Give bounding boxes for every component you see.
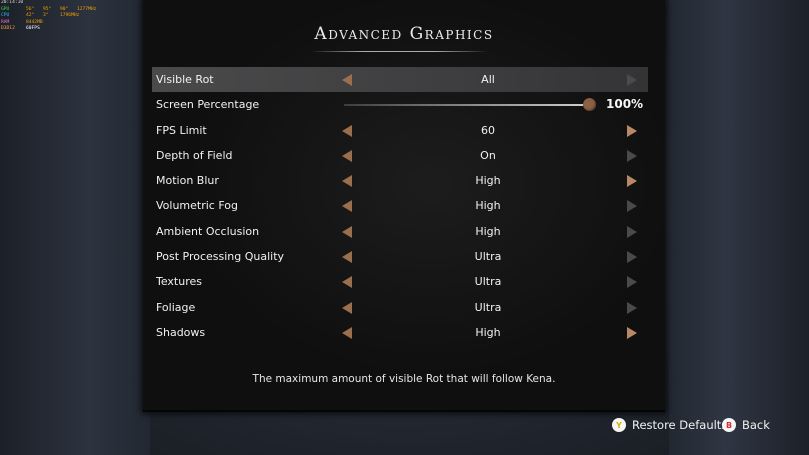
controller-y-button-icon: Y	[612, 418, 626, 432]
chevron-right-icon[interactable]	[627, 251, 637, 264]
setting-value: Ultra	[474, 250, 502, 264]
setting-row-shadows[interactable]: Shadows High	[152, 320, 648, 345]
setting-label: Motion Blur	[156, 174, 219, 188]
settings-list: Visible Rot All Screen Percentage 100% F…	[152, 67, 648, 345]
chevron-right-icon[interactable]	[627, 301, 637, 314]
screen-percentage-slider-thumb[interactable]	[583, 97, 596, 111]
overlay-clock: 20:14:10	[1, 0, 24, 5]
setting-label: FPS Limit	[156, 123, 207, 137]
overlay-value: 1277MHz	[77, 6, 97, 12]
setting-row-textures[interactable]: Textures Ultra	[152, 269, 648, 294]
setting-row-motion-blur[interactable]: Motion Blur High	[152, 168, 648, 193]
setting-row-screen-percentage[interactable]: Screen Percentage 100%	[152, 92, 648, 117]
setting-label: Foliage	[156, 300, 196, 314]
setting-value: Ultra	[474, 300, 502, 314]
setting-description: The maximum amount of visible Rot that w…	[252, 373, 556, 385]
setting-row-post-processing-quality[interactable]: Post Processing Quality Ultra	[152, 244, 648, 269]
chevron-left-icon[interactable]	[342, 200, 352, 213]
overlay-key: CPU	[1, 13, 10, 19]
performance-overlay: 20:14:10 GPU 56° 95° 90° 1277MHz CPU 42°…	[1, 0, 97, 33]
chevron-left-icon[interactable]	[342, 326, 352, 339]
overlay-row-d3d12: D3D12 60FPS	[1, 26, 94, 33]
setting-value: Ultra	[474, 275, 502, 289]
chevron-right-icon[interactable]	[627, 326, 637, 339]
chevron-left-icon[interactable]	[342, 251, 352, 264]
setting-row-depth-of-field[interactable]: Depth of Field On	[152, 143, 648, 168]
setting-row-ambient-occlusion[interactable]: Ambient Occlusion High	[152, 219, 648, 244]
chevron-left-icon[interactable]	[342, 225, 352, 238]
setting-value: High	[475, 224, 501, 238]
chevron-right-icon[interactable]	[627, 276, 637, 289]
setting-label: Screen Percentage	[156, 98, 260, 112]
setting-value: 60	[481, 123, 495, 137]
setting-label: Textures	[156, 275, 202, 289]
chevron-right-icon[interactable]	[627, 175, 637, 188]
chevron-right-icon[interactable]	[627, 124, 637, 137]
title-divider	[310, 51, 488, 52]
setting-row-visible-rot[interactable]: Visible Rot All	[152, 67, 648, 93]
setting-value: 100%	[606, 97, 644, 112]
setting-row-foliage[interactable]: Foliage Ultra	[152, 295, 648, 320]
setting-value: High	[475, 199, 501, 213]
setting-value: High	[475, 325, 501, 339]
chevron-left-icon[interactable]	[342, 175, 352, 188]
screen-percentage-slider-track[interactable]	[344, 104, 590, 106]
overlay-value: 60FPS	[26, 26, 40, 32]
overlay-value: 42°	[26, 13, 35, 19]
background-left	[0, 0, 150, 455]
restore-defaults-label: Restore Defaults	[632, 418, 728, 432]
overlay-value: 3°	[43, 13, 49, 19]
chevron-left-icon[interactable]	[342, 276, 352, 289]
overlay-value: 1796MHz	[60, 13, 80, 19]
setting-value: All	[481, 73, 495, 86]
chevron-left-icon[interactable]	[342, 124, 352, 137]
back-label: Back	[742, 418, 770, 432]
setting-label: Volumetric Fog	[156, 199, 238, 213]
chevron-right-icon[interactable]	[627, 74, 637, 86]
setting-label: Post Processing Quality	[156, 250, 285, 264]
chevron-right-icon[interactable]	[627, 149, 637, 162]
setting-label: Ambient Occlusion	[156, 224, 260, 238]
overlay-row-cpu: CPU 42° 3° 1796MHz	[1, 13, 94, 20]
chevron-left-icon[interactable]	[342, 74, 352, 86]
restore-defaults-button[interactable]: Y Restore Defaults	[612, 418, 727, 432]
setting-row-volumetric-fog[interactable]: Volumetric Fog High	[152, 193, 648, 218]
advanced-graphics-panel: Advanced Graphics Visible Rot All Screen…	[143, 0, 665, 412]
back-button[interactable]: B Back	[722, 418, 770, 432]
setting-value: High	[475, 174, 501, 188]
chevron-left-icon[interactable]	[342, 301, 352, 314]
setting-label: Depth of Field	[156, 148, 233, 162]
chevron-right-icon[interactable]	[627, 225, 637, 238]
chevron-left-icon[interactable]	[342, 149, 352, 162]
overlay-key: D3D12	[1, 26, 15, 32]
page-title: Advanced Graphics	[314, 24, 494, 44]
chevron-right-icon[interactable]	[627, 200, 637, 213]
setting-row-fps-limit[interactable]: FPS Limit 60	[152, 118, 648, 143]
background-right	[669, 0, 809, 455]
controller-b-button-icon: B	[722, 418, 736, 432]
setting-label: Visible Rot	[156, 73, 214, 86]
setting-value: On	[480, 148, 496, 162]
setting-label: Shadows	[156, 325, 206, 339]
